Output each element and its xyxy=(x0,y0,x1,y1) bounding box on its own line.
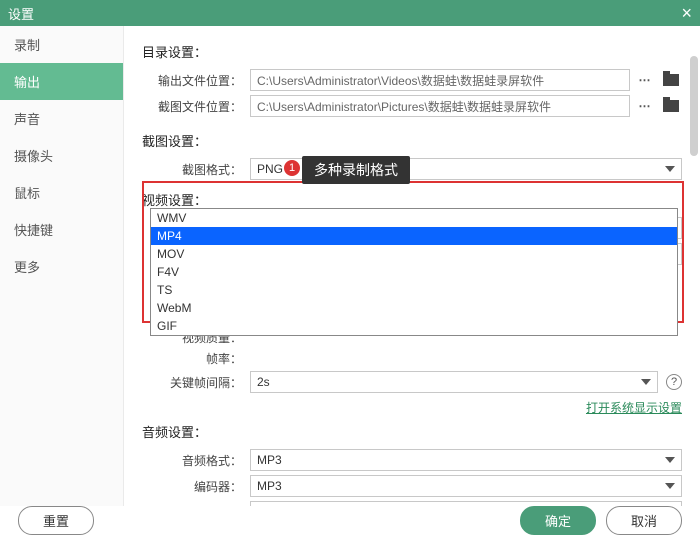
cancel-button[interactable]: 取消 xyxy=(606,506,682,535)
folder-icon xyxy=(663,74,679,86)
callout-text: 多种录制格式 xyxy=(302,156,410,184)
section-shot: 截图设置： xyxy=(142,131,682,150)
audio-encoder-select[interactable]: MP3 xyxy=(250,475,682,497)
open-shot-folder-button[interactable] xyxy=(660,95,682,117)
open-output-folder-button[interactable] xyxy=(660,69,682,91)
audio-format-select[interactable]: MP3 xyxy=(250,449,682,471)
sidebar-item-hotkey[interactable]: 快捷键 xyxy=(0,211,123,248)
dropdown-option[interactable]: TS xyxy=(151,281,677,299)
callout-badge: 1 xyxy=(284,160,300,176)
dropdown-option[interactable]: WebM xyxy=(151,299,677,317)
shot-path-input[interactable]: C:\Users\Administrator\Pictures\数据蛙\数据蛙录… xyxy=(250,95,630,117)
chevron-down-icon xyxy=(641,379,651,385)
label-keyframe: 关键帧间隔： xyxy=(142,374,250,391)
dropdown-option[interactable]: GIF xyxy=(151,317,677,335)
help-icon[interactable]: ? xyxy=(666,374,682,390)
titlebar: 设置 × xyxy=(0,0,700,26)
browse-shot-button[interactable]: ⋯ xyxy=(634,95,656,117)
label-shot-path: 截图文件位置： xyxy=(142,98,250,115)
section-video: 视频设置： xyxy=(142,190,682,209)
close-icon[interactable]: × xyxy=(681,3,692,24)
sidebar-item-output[interactable]: 输出 xyxy=(0,63,123,100)
keyframe-select[interactable]: 2s xyxy=(250,371,658,393)
sidebar-item-audio[interactable]: 声音 xyxy=(0,100,123,137)
folder-icon xyxy=(663,100,679,112)
dots-icon: ⋯ xyxy=(639,73,652,87)
video-format-dropdown: WMV MP4 MOV F4V TS WebM GIF xyxy=(150,208,678,336)
browse-output-button[interactable]: ⋯ xyxy=(634,69,656,91)
sidebar-item-camera[interactable]: 摄像头 xyxy=(0,137,123,174)
label-fps: 帧率： xyxy=(142,350,250,367)
reset-button[interactable]: 重置 xyxy=(18,506,94,535)
label-shot-format: 截图格式： xyxy=(142,161,250,178)
sidebar: 录制 输出 声音 摄像头 鼠标 快捷键 更多 xyxy=(0,26,124,506)
dropdown-option[interactable]: MP4 xyxy=(151,227,677,245)
chevron-down-icon xyxy=(665,483,675,489)
open-display-settings-link[interactable]: 打开系统显示设置 xyxy=(586,401,682,415)
title: 设置 xyxy=(8,4,34,23)
label-output-path: 输出文件位置： xyxy=(142,72,250,89)
output-path-input[interactable]: C:\Users\Administrator\Videos\数据蛙\数据蛙录屏软… xyxy=(250,69,630,91)
chevron-down-icon xyxy=(665,457,675,463)
scrollbar[interactable] xyxy=(690,56,698,156)
chevron-down-icon xyxy=(665,166,675,172)
sidebar-item-mouse[interactable]: 鼠标 xyxy=(0,174,123,211)
label-audio-format: 音频格式： xyxy=(142,452,250,469)
sidebar-item-more[interactable]: 更多 xyxy=(0,248,123,285)
sidebar-item-record[interactable]: 录制 xyxy=(0,26,123,63)
dots-icon: ⋯ xyxy=(639,99,652,113)
dropdown-option[interactable]: F4V xyxy=(151,263,677,281)
dropdown-option[interactable]: WMV xyxy=(151,209,677,227)
footer: 重置 确定 取消 xyxy=(0,500,700,540)
section-audio: 音频设置： xyxy=(142,422,682,441)
label-audio-encoder: 编码器： xyxy=(142,478,250,495)
section-dir: 目录设置： xyxy=(142,42,682,61)
dropdown-option[interactable]: MOV xyxy=(151,245,677,263)
ok-button[interactable]: 确定 xyxy=(520,506,596,535)
